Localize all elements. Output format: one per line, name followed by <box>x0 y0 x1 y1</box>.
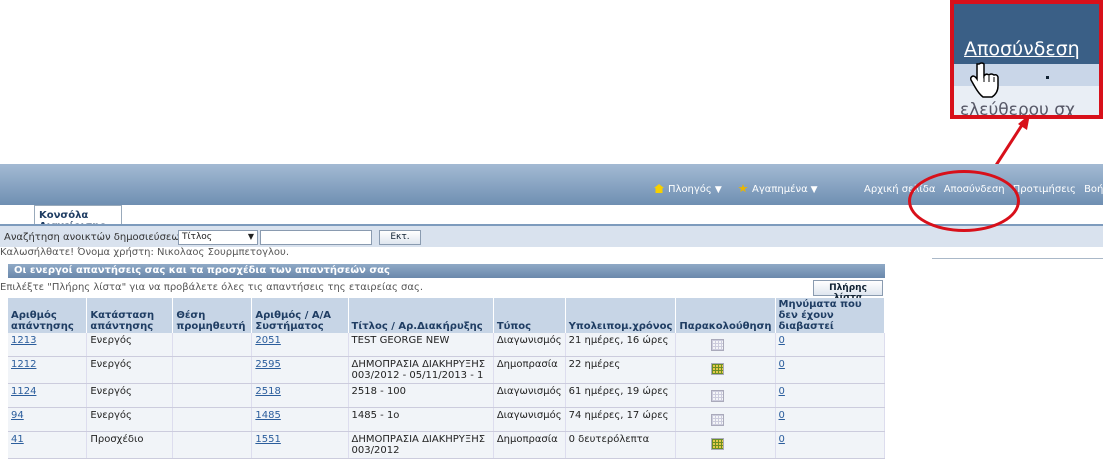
column-header[interactable]: Τύπος <box>493 298 566 333</box>
star-icon <box>738 184 748 193</box>
title-cell: ΔΗΜΟΠΡΑΣΙΑ ΔΙΑΚΗΡΥΞΗΣ 003/2012 - 05/11/2… <box>348 356 494 384</box>
column-header[interactable]: Αριθμός / Α/Α Συστήματος <box>251 298 349 333</box>
annotation-ellipse <box>908 170 1020 232</box>
tracking-icon[interactable] <box>711 414 725 426</box>
preferences-link[interactable]: Προτιμήσεις <box>1013 184 1076 195</box>
column-header[interactable]: Αριθμός απάντησης <box>8 298 88 333</box>
response-number-link[interactable]: 41 <box>11 434 24 445</box>
column-header[interactable]: Θέση προμηθευτή <box>172 298 253 333</box>
table-row: 94 Ενεργός 1485 1485 - 1ο Διαγωνισμός 74… <box>8 407 886 432</box>
search-label: Αναζήτηση ανοικτών δημοσιεύσεων <box>4 232 186 243</box>
navigator-menu[interactable]: Πλοηγός ▼ <box>654 184 722 195</box>
welcome-text: Καλωσήλθατε! Όνομα χρήστη: Νικολαος Σουρ… <box>0 247 289 258</box>
column-header[interactable]: Παρακολούθηση <box>675 298 776 333</box>
column-header[interactable]: Κατάσταση απάντησης <box>86 298 174 333</box>
position-cell <box>172 356 253 384</box>
full-list-button[interactable]: Πλήρης λίστα <box>813 280 883 303</box>
unread-messages-link[interactable]: 0 <box>779 335 785 346</box>
column-header[interactable]: Μηνύματα που δεν έχουν διαβαστεί <box>775 298 886 333</box>
status-cell: Ενεργός <box>86 407 174 432</box>
search-field-value: Τίτλος <box>182 232 213 242</box>
response-number-link[interactable]: 1124 <box>11 386 36 397</box>
column-header[interactable]: Υπολειπομ.χρόνος <box>565 298 677 333</box>
position-cell <box>172 431 253 459</box>
go-button[interactable]: Εκτ. <box>379 230 421 245</box>
response-number-link[interactable]: 94 <box>11 410 24 421</box>
status-cell: Ενεργός <box>86 383 174 408</box>
section-title: Οι ενεργοί απαντήσεις σας και τα προσχέδ… <box>8 264 885 278</box>
position-cell <box>172 333 253 357</box>
tab-admin-console[interactable]: Κονσόλα Διαχείρισης <box>34 205 122 232</box>
table-row: 1212 Ενεργός 2595 ΔΗΜΟΠΡΑΣΙΑ ΔΙΑΚΗΡΥΞΗΣ … <box>8 356 886 384</box>
title-cell: TEST GEORGE NEW <box>348 333 494 357</box>
column-header[interactable]: Τίτλος / Αρ.Διακήρυξης <box>348 298 494 333</box>
chevron-down-icon: ▼ <box>247 232 254 241</box>
type-cell: Διαγωνισμός <box>493 407 566 432</box>
favorites-menu[interactable]: Αγαπημένα ▼ <box>738 184 818 195</box>
unread-messages-link[interactable]: 0 <box>779 410 785 421</box>
navigator-label: Πλοηγός <box>668 184 712 195</box>
type-cell: Δημοπρασία <box>493 431 566 459</box>
response-number-link[interactable]: 1213 <box>11 335 36 346</box>
title-cell: 2518 - 100 <box>348 383 494 408</box>
unread-messages-link[interactable]: 0 <box>779 386 785 397</box>
title-cell: ΔΗΜΟΠΡΑΣΙΑ ΔΙΑΚΗΡΥΞΗΣ 003/2012 <box>348 431 494 459</box>
system-number-link[interactable]: 1551 <box>255 434 280 445</box>
instructions-text: Επιλέξτε "Πλήρης λίστα" για να προβάλετε… <box>0 282 424 293</box>
status-cell: Ενεργός <box>86 333 174 357</box>
chevron-down-icon: ▼ <box>714 185 722 195</box>
tracking-icon[interactable] <box>711 363 725 375</box>
unread-messages-link[interactable]: 0 <box>779 434 785 445</box>
status-cell: Προσχέδιο <box>86 431 174 459</box>
response-number-link[interactable]: 1212 <box>11 359 36 370</box>
home-icon <box>654 184 664 193</box>
remaining-time-cell: 0 δευτερόλεπτα <box>565 431 677 459</box>
unread-messages-link[interactable]: 0 <box>779 359 785 370</box>
system-number-link[interactable]: 2051 <box>255 335 280 346</box>
chevron-down-icon: ▼ <box>810 185 818 195</box>
type-cell: Δημοπρασία <box>493 356 566 384</box>
system-number-link[interactable]: 2518 <box>255 386 280 397</box>
divider <box>932 258 1103 259</box>
table-header-row: Αριθμός απάντησης Κατάσταση απάντησης Θέ… <box>8 298 886 333</box>
title-cell: 1485 - 1ο <box>348 407 494 432</box>
table-row: 41 Προσχέδιο 1551 ΔΗΜΟΠΡΑΣΙΑ ΔΙΑΚΗΡΥΞΗΣ … <box>8 431 886 459</box>
remaining-time-cell: 74 ημέρες, 17 ώρες <box>565 407 677 432</box>
responses-table: Αριθμός απάντησης Κατάσταση απάντησης Θέ… <box>8 298 886 459</box>
favorites-label: Αγαπημένα <box>752 184 808 195</box>
remaining-time-cell: 21 ημέρες, 16 ώρες <box>565 333 677 357</box>
help-link[interactable]: Βοήθεια <box>1084 184 1103 195</box>
position-cell <box>172 383 253 408</box>
tracking-icon[interactable] <box>711 339 725 351</box>
tracking-icon[interactable] <box>711 390 725 402</box>
tracking-icon[interactable] <box>711 438 725 450</box>
system-number-link[interactable]: 2595 <box>255 359 280 370</box>
remaining-time-cell: 22 ημέρες <box>565 356 677 384</box>
remaining-time-cell: 61 ημέρες, 19 ώρες <box>565 383 677 408</box>
table-row: 1124 Ενεργός 2518 2518 - 100 Διαγωνισμός… <box>8 383 886 408</box>
position-cell <box>172 407 253 432</box>
system-number-link[interactable]: 1485 <box>255 410 280 421</box>
search-input[interactable] <box>260 230 372 245</box>
search-field-select[interactable]: Τίτλος ▼ <box>178 230 258 245</box>
table-row: 1213 Ενεργός 2051 TEST GEORGE NEW Διαγων… <box>8 333 886 357</box>
status-cell: Ενεργός <box>86 356 174 384</box>
type-cell: Διαγωνισμός <box>493 383 566 408</box>
type-cell: Διαγωνισμός <box>493 333 566 357</box>
